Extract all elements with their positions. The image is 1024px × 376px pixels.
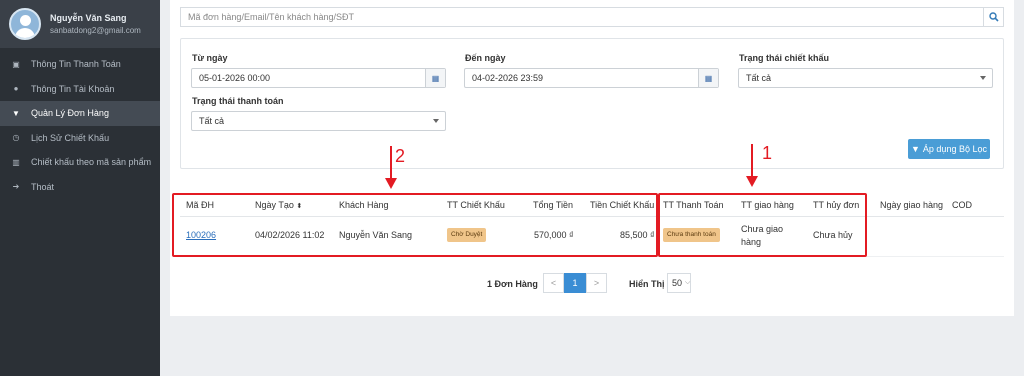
sidebar-item-label: Quản Lý Đơn Hàng [31,108,109,119]
sidebar: Nguyễn Văn Sang sanbatdong2@gmail.com ▣ … [0,0,160,376]
payment-status-label: Trạng thái thanh toán [192,96,284,106]
annotation-label-1: 1 [762,143,773,163]
chevron-down-icon [433,119,439,123]
search-button[interactable] [983,8,1003,26]
discount-status-value: Tất cả [746,73,772,83]
chevron-down-icon: ⌵ [685,279,691,286]
sidebar-item-label: Thông Tin Thanh Toán [31,59,121,70]
cart-icon: ▼ [12,108,20,118]
column-header-delivery-date[interactable]: Ngày giao hàng [880,200,943,210]
column-header-cod[interactable]: COD [952,200,972,210]
sidebar-item-account-info[interactable]: ● Thông Tin Tài Khoản [0,77,160,102]
user-profile: Nguyễn Văn Sang sanbatdong2@gmail.com [0,0,160,48]
sidebar-item-order-management[interactable]: ▼ Quản Lý Đơn Hàng [0,101,160,126]
sidebar-item-logout[interactable]: ➔ Thoát [0,175,160,200]
search-icon [988,12,999,22]
from-date-label: Từ ngày [192,53,228,63]
filter-panel: Từ ngày 05-01-2026 00:00 ▦ Đến ngày 04-0… [180,38,1004,169]
payment-status-select[interactable]: Tất cả [191,111,446,131]
calendar-icon[interactable]: ▦ [425,69,445,87]
apply-filter-label: Áp dụng Bộ Lọc [922,144,987,154]
sidebar-item-product-discount[interactable]: ▥ Chiết khấu theo mã sản phẩm [0,150,160,175]
search-bar [180,7,1004,27]
sign-out-icon: ➔ [12,182,20,192]
next-page-button[interactable]: > [586,273,607,293]
search-input[interactable] [181,8,983,26]
to-date-value: 04-02-2026 23:59 [472,73,544,83]
from-date-value: 05-01-2026 00:00 [199,73,271,83]
user-name: Nguyễn Văn Sang [50,13,127,23]
annotation-box-2 [172,193,658,257]
page-size-value: 50 [672,278,683,288]
from-date-field[interactable]: 05-01-2026 00:00 ▦ [191,68,446,88]
prev-page-button[interactable]: < [543,273,564,293]
page-1-button[interactable]: 1 [564,273,586,293]
discount-status-label: Trạng thái chiết khấu [739,53,830,63]
sidebar-menu: ▣ Thông Tin Thanh Toán ● Thông Tin Tài K… [0,52,160,199]
sidebar-item-discount-history[interactable]: ◷ Lịch Sử Chiết Khấu [0,126,160,151]
sidebar-item-label: Thông Tin Tài Khoản [31,83,115,94]
to-date-label: Đến ngày [465,53,506,63]
barcode-icon: ▥ [12,157,20,167]
to-date-field[interactable]: 04-02-2026 23:59 ▦ [464,68,719,88]
filter-icon: ▼ [911,144,920,154]
calendar-icon[interactable]: ▦ [698,69,718,87]
sidebar-item-label: Chiết khấu theo mã sản phẩm [31,157,152,168]
apply-filter-button[interactable]: ▼ Áp dụng Bộ Lọc [908,139,990,159]
sidebar-item-label: Thoát [31,181,55,192]
money-icon: ▣ [12,59,20,69]
annotation-arrow-1 [746,144,758,187]
chevron-down-icon [980,76,986,80]
order-count: 1 Đơn Hàng [487,279,538,289]
annotation-arrow-2 [385,146,397,189]
avatar [9,8,41,40]
sidebar-item-label: Lịch Sử Chiết Khấu [31,132,110,143]
main-content: Từ ngày 05-01-2026 00:00 ▦ Đến ngày 04-0… [170,0,1014,316]
page-size-select[interactable]: 50 ⌵ [667,273,691,293]
sidebar-item-payment-info[interactable]: ▣ Thông Tin Thanh Toán [0,52,160,77]
page-size-label: Hiển Thị [629,279,665,289]
clock-icon: ◷ [12,133,20,143]
annotation-box-1 [658,193,867,257]
discount-status-select[interactable]: Tất cả [738,68,993,88]
user-icon: ● [13,84,19,94]
user-email: sanbatdong2@gmail.com [50,26,141,35]
payment-status-value: Tất cả [199,116,225,126]
